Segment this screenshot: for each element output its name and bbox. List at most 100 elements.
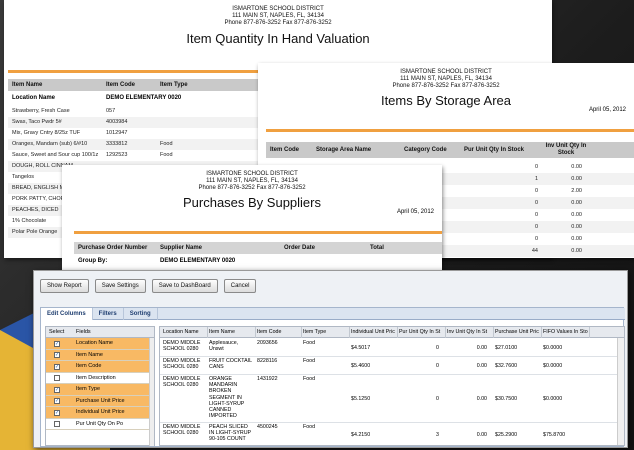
field-row[interactable]: ✓ Purchase Unit Price <box>46 395 154 407</box>
table-row[interactable]: DEMO MIDDLE SCHOOL 0280 FRUIT COCKTAIL CA… <box>160 357 618 375</box>
table-cell: 0 <box>436 345 439 351</box>
field-row[interactable]: ✓ Individual Unit Price <box>46 407 154 419</box>
table-cell: $25.2900 <box>495 432 518 438</box>
table-cell: $30.7500 <box>495 396 518 402</box>
group-label: Group By: <box>78 258 108 264</box>
column-header[interactable]: Pur Unit Qty In St <box>398 327 446 338</box>
table-cell: $0.0000 <box>543 396 563 402</box>
field-row[interactable]: ✓ Item Name <box>46 349 154 361</box>
table-row: Mix, Gravy Cntry 8/25z TUF 1012947 <box>8 128 258 139</box>
field-checkbox[interactable]: ✓ <box>54 340 60 347</box>
table-row[interactable]: DEMO MIDDLE SCHOOL 0280 PEACH SLICED IN L… <box>160 423 618 445</box>
group-value: DEMO ELEMENTARY 0020 <box>160 258 236 264</box>
orange-divider <box>8 70 258 73</box>
table-cell: 4500245 <box>257 424 278 430</box>
field-checkbox[interactable] <box>54 421 60 427</box>
field-row[interactable]: ✓ Item Code <box>46 361 154 373</box>
field-label: Item Type <box>76 386 101 392</box>
field-checkbox[interactable] <box>54 375 60 381</box>
field-checkbox[interactable]: ✓ <box>54 363 60 370</box>
column-header: Item Name <box>12 82 43 88</box>
orange-divider <box>266 129 634 132</box>
field-label: Location Name <box>76 340 113 346</box>
column-header[interactable]: FIFO Values In Sto <box>542 327 590 338</box>
district-phone: Phone 877-876-3252 Fax 877-876-3252 <box>392 83 500 89</box>
table-header: Purchase Order Number Supplier Name Orde… <box>74 242 442 254</box>
field-label: Item Name <box>76 351 103 358</box>
field-checkbox[interactable]: ✓ <box>54 386 60 393</box>
report-header: ISMARTONE SCHOOL DISTRICT 111 MAIN ST, N… <box>4 6 552 46</box>
table-cell: 0.00 <box>571 200 582 206</box>
field-row[interactable]: ✓ Location Name <box>46 338 154 350</box>
column-header[interactable]: Inv Unit Qty In St <box>446 327 494 338</box>
preview-grid-scrollbar[interactable] <box>617 338 624 445</box>
column-header[interactable]: Individual Unit Pric <box>350 327 398 338</box>
table-row[interactable]: DEMO MIDDLE SCHOOL 0280 ORANGE MANDARIN B… <box>160 375 618 423</box>
column-header: Storage Area Name <box>316 147 372 153</box>
column-header[interactable]: Location Name <box>162 327 208 338</box>
field-row[interactable]: ✓ Item Type <box>46 384 154 396</box>
field-selector-scrollbar[interactable] <box>149 338 154 446</box>
column-header: Purchase Order Number <box>78 245 148 251</box>
table-cell: 2.00 <box>571 188 582 194</box>
table-cell: 1 <box>534 176 538 182</box>
table-cell: 1 <box>518 257 538 258</box>
save-to-dashboard-button[interactable]: Save to DashBoard <box>151 279 218 293</box>
tab-filters[interactable]: Filters <box>93 308 124 320</box>
field-row[interactable]: Item Description <box>46 372 154 384</box>
settings-panel: Edit Columns Filters Sorting Select Fiel… <box>40 307 625 447</box>
report-purchases-by-suppliers: ISMARTONE SCHOOL DISTRICT 111 MAIN ST, N… <box>62 165 442 275</box>
table-cell: Food <box>160 152 173 158</box>
report-date: April 05, 2012 <box>588 107 626 113</box>
table-cell: 0.00 <box>476 396 487 402</box>
column-header[interactable]: Purchase Unit Pric <box>494 327 542 338</box>
field-checkbox[interactable]: ✓ <box>54 352 60 358</box>
field-selector-rows: ✓ Location Name ✓ Item Name ✓ Item Code Item D… <box>46 338 154 430</box>
field-checkbox[interactable]: ✓ <box>54 409 60 416</box>
table-cell: 0 <box>534 236 538 242</box>
table-cell: 4003984 <box>106 119 128 125</box>
district-phone: Phone 877-876-3252 Fax 877-876-3252 <box>224 20 332 26</box>
table-cell: 0.00 <box>571 224 582 230</box>
field-label: Pur Unit Qty On Po <box>76 420 124 427</box>
table-cell: Food <box>303 358 316 364</box>
table-cell: 0 <box>436 363 439 369</box>
report-header: ISMARTONE SCHOOL DISTRICT 111 MAIN ST, N… <box>62 171 442 210</box>
table-cell: 0 <box>534 200 538 206</box>
tab-sorting[interactable]: Sorting <box>124 308 158 320</box>
table-cell: $5.1250 <box>351 396 371 402</box>
column-header: Item Code <box>270 147 300 153</box>
table-cell: 3 <box>436 432 439 438</box>
table-cell: Food <box>303 424 316 430</box>
column-header: Inv Unit Qty In Stock <box>545 143 587 156</box>
column-header: Item Type <box>160 82 188 88</box>
table-cell: 0.00 <box>476 363 487 369</box>
table-cell: 1431922 <box>257 376 278 382</box>
show-report-button[interactable]: Show Report <box>40 279 89 293</box>
field-checkbox[interactable]: ✓ <box>54 398 60 404</box>
table-cell: DEMO MIDDLE SCHOOL 0280 <box>163 358 201 371</box>
column-header: Category Code <box>404 147 447 153</box>
table-cell: 0 <box>534 188 538 194</box>
column-header[interactable]: Item Code <box>256 327 302 338</box>
table-cell: 3333812 <box>106 141 128 147</box>
cancel-button[interactable]: Cancel <box>223 279 257 293</box>
district-name: ISMARTONE SCHOOL DISTRICT <box>232 6 324 12</box>
table-row: Swas, Taco Pwdr 5# 4003984 <box>8 117 258 128</box>
tab-edit-columns[interactable]: Edit Columns <box>41 308 93 320</box>
field-row[interactable]: Pur Unit Qty On Po <box>46 418 154 430</box>
report-date: April 05, 2012 <box>396 209 434 215</box>
table-row[interactable]: DEMO MIDDLE SCHOOL 0280 Applesauce, Unswt… <box>160 339 618 357</box>
column-header[interactable]: Item Type <box>302 327 350 338</box>
table-row: Oranges, Mandarn (sub) 6/#10 3333812 Food <box>8 139 258 150</box>
save-settings-button[interactable]: Save Settings <box>94 279 146 293</box>
table-cell: $0.0000 <box>543 363 563 369</box>
field-selector-header: Select Fields <box>46 327 154 338</box>
table-cell: Food <box>160 141 173 147</box>
table-cell: PEACHES, DICED <box>12 207 59 213</box>
column-header[interactable]: Item Name <box>208 327 256 338</box>
table-cell: Food <box>303 376 316 382</box>
table-row: Sauce, Sweet and Sour cup 100/1z 1292523 F… <box>8 150 258 161</box>
table-cell: 0.00 <box>476 432 487 438</box>
table-cell: 057 <box>106 108 116 114</box>
